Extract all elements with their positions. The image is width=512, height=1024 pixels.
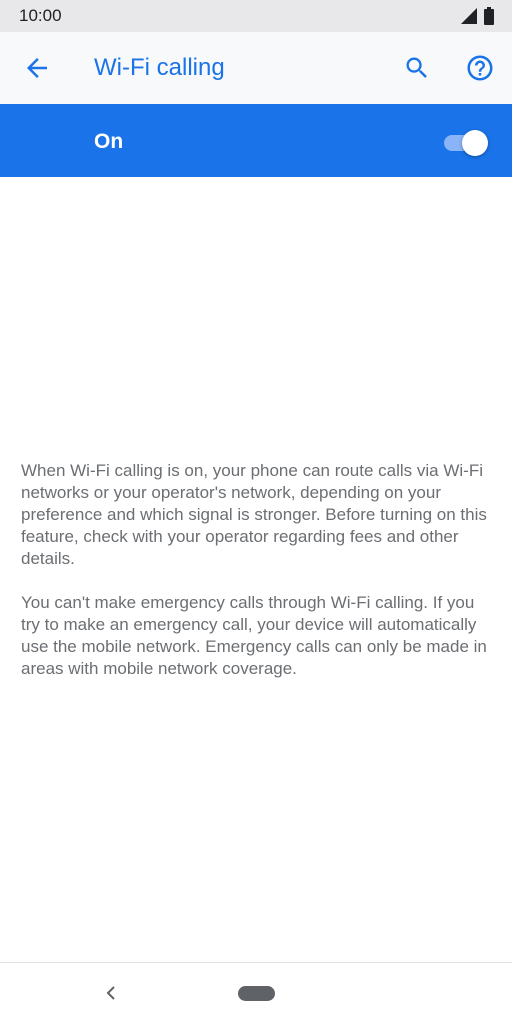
- battery-icon: [484, 7, 494, 25]
- search-icon[interactable]: [403, 54, 431, 82]
- description-paragraph-1: When Wi-Fi calling is on, your phone can…: [21, 461, 487, 568]
- status-bar: 10:00: [0, 0, 512, 32]
- help-icon[interactable]: [465, 53, 495, 83]
- signal-icon: [461, 8, 477, 24]
- switch-thumb: [462, 130, 488, 156]
- description-paragraph-2: You can't make emergency calls through W…: [21, 593, 487, 678]
- navigation-bar: [0, 963, 512, 1024]
- status-time: 10:00: [19, 6, 62, 25]
- back-arrow-icon[interactable]: [22, 53, 52, 83]
- page-title: Wi-Fi calling: [94, 54, 225, 81]
- wifi-calling-switch[interactable]: [444, 130, 488, 156]
- app-bar: Wi-Fi calling: [0, 32, 512, 104]
- toggle-label: On: [94, 130, 124, 153]
- nav-back-icon[interactable]: [103, 984, 119, 1002]
- wifi-calling-toggle-row[interactable]: On: [0, 104, 512, 177]
- status-icons: [460, 7, 494, 25]
- home-pill-icon[interactable]: [238, 986, 275, 1001]
